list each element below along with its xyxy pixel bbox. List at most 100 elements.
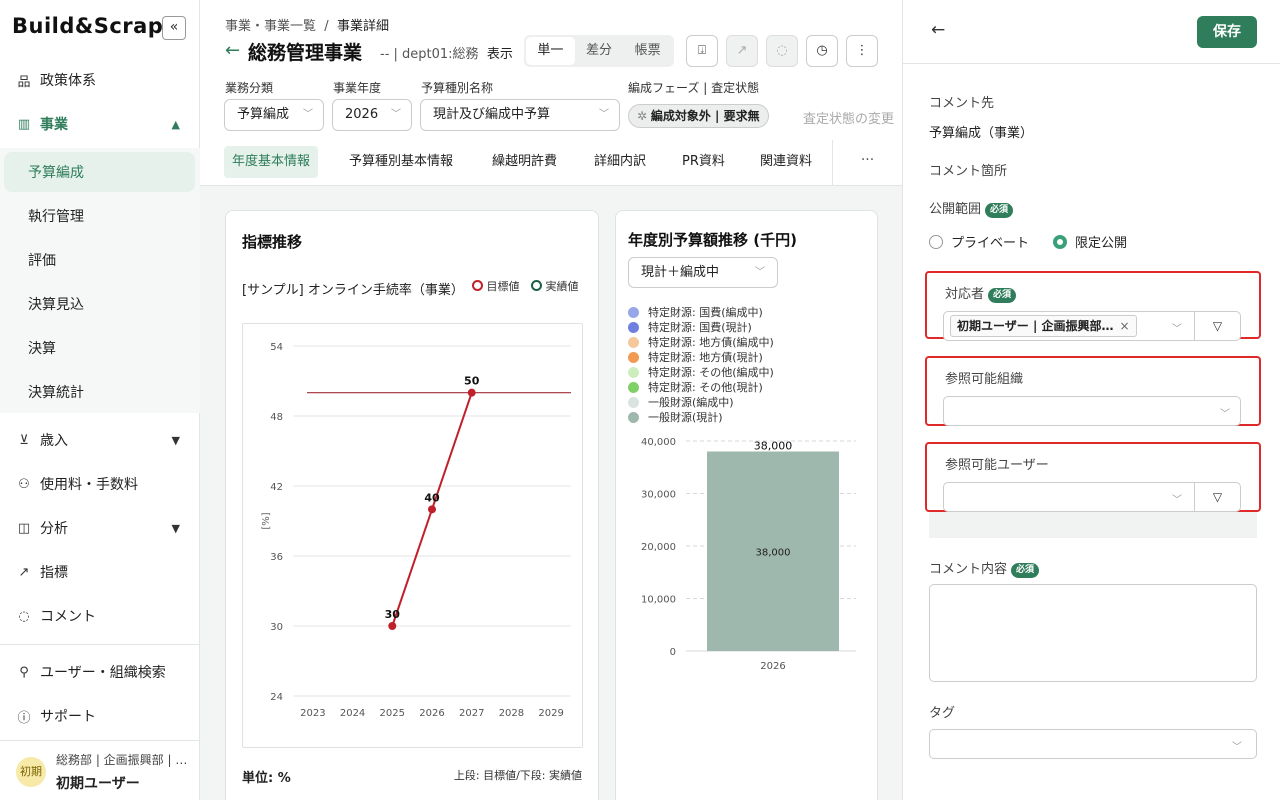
trend-icon: ↗ — [18, 564, 30, 580]
export-icon: ⍗ — [698, 43, 706, 58]
tab-related-materials[interactable]: 関連資料 — [752, 146, 820, 178]
sidebar-item-comments[interactable]: ◌ コメント — [0, 596, 200, 636]
legend-label: 特定財源: 地方債(編成中) — [648, 336, 774, 349]
breadcrumb-parent[interactable]: 事業・事業一覧 — [225, 19, 316, 34]
users-select[interactable]: ﹀ ▽ — [943, 482, 1241, 512]
budget-legend-item[interactable]: 特定財源: その他(編成中) — [628, 365, 774, 380]
page-title: 総務管理事業 — [248, 42, 363, 64]
budget-legend-item[interactable]: 特定財源: 地方債(編成中) — [628, 335, 774, 350]
unit-label: 単位: % — [242, 771, 291, 786]
sidebar-item-fees[interactable]: ⚇ 使用料・手数料 — [0, 464, 200, 504]
budget-type-select[interactable]: 現計及び編成中予算 ﹀ — [420, 99, 620, 131]
help-icon: ⓘ — [17, 710, 31, 726]
clock-icon: ◷ — [816, 43, 828, 58]
data-label: 40 — [424, 491, 440, 504]
tab-yearly-basic[interactable]: 年度基本情報 — [224, 146, 319, 178]
back-arrow-icon[interactable]: ← — [225, 40, 240, 61]
legend-dot-icon — [628, 337, 639, 348]
save-button[interactable]: 保存 — [1197, 16, 1257, 48]
sidebar-item-analysis[interactable]: ◫ 分析 ▼ — [0, 508, 200, 548]
sidebar-item-support[interactable]: ⓘ サポート — [0, 696, 200, 736]
chevron-down-icon: ﹀ — [391, 109, 401, 120]
close-icon[interactable]: × — [1120, 319, 1130, 333]
category-label: 業務分類 — [225, 81, 274, 95]
sidebar-subitem-statistics[interactable]: 決算統計 — [4, 372, 195, 412]
budget-legend-item[interactable]: 特定財源: その他(現計) — [628, 380, 763, 395]
tab-breakdown[interactable]: 詳細内訳 — [586, 146, 654, 178]
legend-actual[interactable]: 実績値 — [531, 279, 581, 295]
sidebar-item-policy[interactable]: 品 政策体系 — [0, 60, 200, 100]
tab-pr-materials[interactable]: PR資料 — [674, 146, 733, 178]
bar-inner-label: 38,000 — [756, 547, 791, 558]
sidebar-item-search[interactable]: ⚲ ユーザー・組織検索 — [0, 652, 200, 692]
sidebar-item-revenue[interactable]: ⊻ 歳入 ▼ — [0, 420, 200, 460]
category-select[interactable]: 予算編成 ﹀ — [224, 99, 324, 131]
org-select[interactable]: ﹀ — [943, 396, 1241, 426]
back-arrow-icon[interactable]: ← — [931, 20, 945, 40]
legend-label: 特定財源: 国費(現計) — [648, 321, 752, 334]
comment-icon: ◌ — [18, 608, 30, 624]
sidebar-subitem-execution[interactable]: 執行管理 — [4, 196, 195, 236]
comment-textarea[interactable] — [929, 584, 1257, 682]
x-tick-label: 2029 — [538, 708, 563, 719]
export-button[interactable]: ⍗ — [686, 35, 718, 67]
required-badge: 必須 — [988, 288, 1017, 303]
sidebar-item-indicators[interactable]: ↗ 指標 — [0, 552, 200, 592]
radio-limited[interactable]: 限定公開 — [1053, 232, 1127, 251]
tab-budget-type-basic[interactable]: 予算種別基本情報 — [341, 146, 461, 178]
user-menu[interactable]: 初期 総務部 | 企画振興部 | … 初期ユーザー — [0, 740, 200, 800]
sidebar-subitem-forecast[interactable]: 決算見込 — [4, 284, 195, 324]
view-mode-single[interactable]: 単一 — [526, 37, 575, 65]
collapse-sidebar-button[interactable]: « — [162, 16, 186, 40]
loading-icon: ✲ — [637, 109, 651, 123]
view-mode-report[interactable]: 帳票 — [623, 37, 672, 65]
budget-legend-item[interactable]: 一般財源(現計) — [628, 410, 723, 425]
sidebar-item-projects[interactable]: ▥ 事業 ▲ — [0, 104, 200, 144]
content-label: コメント内容 必須 — [929, 558, 1040, 578]
chart-button[interactable]: ↗ — [726, 35, 758, 67]
panel-header: ← 保存 — [903, 0, 1280, 64]
budget-legend-item[interactable]: 特定財源: 国費(現計) — [628, 320, 752, 335]
more-button[interactable]: ⋮ — [846, 35, 878, 67]
assignee-select[interactable]: 初期ユーザー | 企画振興部… × ﹀ ▽ — [943, 311, 1241, 341]
tabs-more-button[interactable]: ··· — [832, 140, 902, 186]
comment-location-label: コメント箇所 — [929, 164, 1008, 179]
tag-select[interactable]: ﹀ — [929, 729, 1257, 759]
breadcrumb-separator: / — [324, 19, 329, 34]
actual-circle-icon — [531, 280, 542, 291]
change-status-button[interactable]: 査定状態の変更 — [803, 108, 902, 127]
chevron-down-icon: ▼ — [171, 433, 180, 447]
filter-button[interactable]: ▽ — [1194, 312, 1240, 340]
budget-type-label: 予算種別名称 — [421, 81, 494, 95]
budget-legend-item[interactable]: 特定財源: 地方債(現計) — [628, 350, 763, 365]
legend-target[interactable]: 目標値 — [472, 279, 522, 295]
sidebar-subitem-settlement[interactable]: 決算 — [4, 328, 195, 368]
page-header: 事業・事業一覧 / 事業詳細 ← 総務管理事業 -- | dept01:総務 表… — [200, 0, 902, 186]
breadcrumb-current: 事業詳細 — [336, 19, 389, 34]
sidebar: Build&Scrap « 品 政策体系 ▥ 事業 ▲ 予算編成 執行管理 評価… — [0, 0, 200, 800]
users-field-group: 参照可能ユーザー ﹀ ▽ — [925, 442, 1261, 512]
y-tick-label: 0 — [670, 647, 676, 658]
y-tick-label: 10,000 — [641, 595, 676, 606]
budget-mode-select[interactable]: 現計＋編成中 ﹀ — [628, 257, 778, 288]
view-label: 表示 — [486, 47, 513, 62]
main-content: 事業・事業一覧 / 事業詳細 ← 総務管理事業 -- | dept01:総務 表… — [200, 0, 902, 800]
y-tick-label: 30 — [270, 622, 283, 633]
sidebar-subitem-evaluation[interactable]: 評価 — [4, 240, 195, 280]
budget-legend-item[interactable]: 一般財源(編成中) — [628, 395, 734, 410]
actual-data-point — [467, 388, 476, 397]
budget-legend-item[interactable]: 特定財源: 国費(編成中) — [628, 305, 763, 320]
filter-icon: ▽ — [1212, 490, 1223, 504]
sidebar-subitem-budget[interactable]: 予算編成 — [4, 152, 195, 192]
comment-panel: ← 保存 コメント先 予算編成（事業） コメント箇所 公開範囲 必須 プライベート… — [902, 0, 1280, 800]
comment-button[interactable]: ◌ — [766, 35, 798, 67]
year-select[interactable]: 2026 ﹀ — [332, 99, 412, 131]
budget-card-title: 年度別予算額推移 (千円) — [628, 231, 797, 249]
tab-carryover[interactable]: 繰越明許費 — [484, 146, 565, 178]
history-button[interactable]: ◷ — [806, 35, 838, 67]
comment-icon: ◌ — [776, 43, 788, 58]
radio-private[interactable]: プライベート — [929, 232, 1029, 251]
view-mode-diff[interactable]: 差分 — [575, 37, 624, 65]
filter-button[interactable]: ▽ — [1194, 483, 1240, 511]
data-label: 30 — [385, 608, 401, 621]
